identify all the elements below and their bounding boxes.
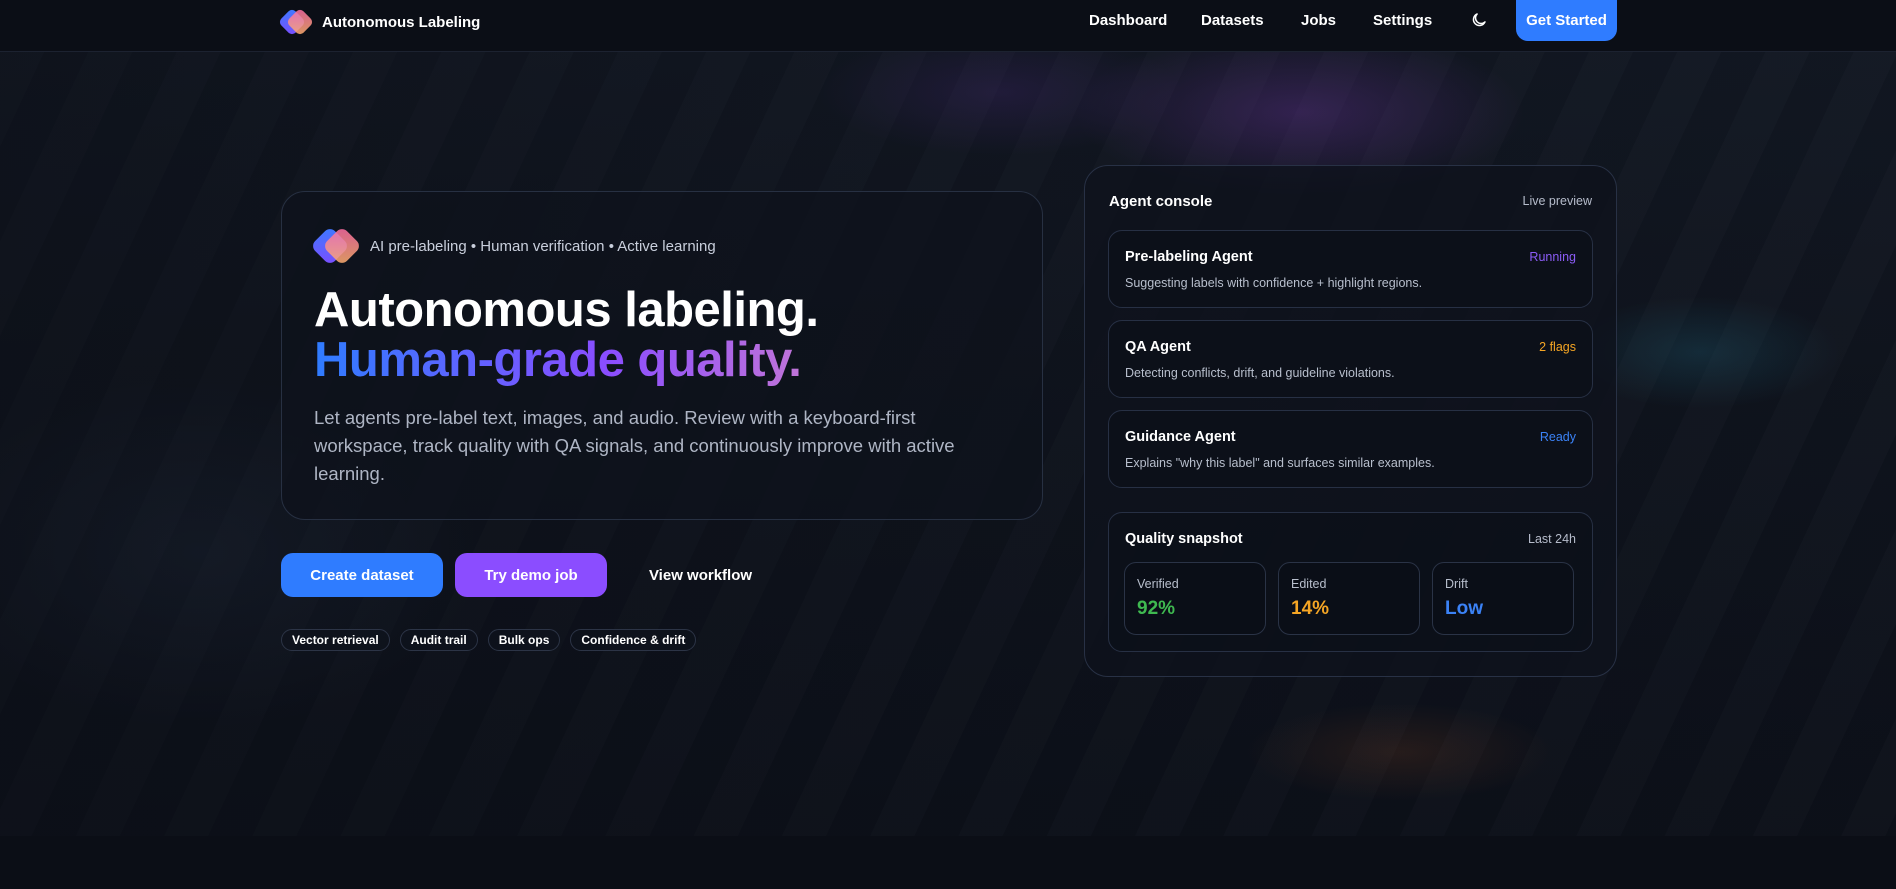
agent-description: Detecting conflicts, drift, and guidelin… <box>1125 366 1395 380</box>
metric-edited: Edited 14% <box>1278 562 1420 635</box>
moon-icon[interactable] <box>1470 11 1488 29</box>
view-workflow-button[interactable]: View workflow <box>618 553 783 597</box>
agent-status: Running <box>1529 250 1576 264</box>
console-title: Agent console <box>1109 193 1213 210</box>
agent-card-prelabeling[interactable]: Pre-labeling Agent Running Suggesting la… <box>1108 230 1593 308</box>
metric-drift: Drift Low <box>1432 562 1574 635</box>
hero-title-line2: Human-grade quality. <box>314 333 802 387</box>
metric-label: Edited <box>1291 577 1327 591</box>
agent-status: Ready <box>1539 430 1576 444</box>
agent-console-card: Agent console Live preview Pre-labeling … <box>1084 165 1617 677</box>
agent-card-qa[interactable]: QA Agent 2 flags Detecting conflicts, dr… <box>1108 320 1593 398</box>
nav-link-jobs[interactable]: Jobs <box>1301 12 1336 29</box>
metric-value: 92% <box>1137 598 1176 619</box>
nav-link-datasets[interactable]: Datasets <box>1201 12 1264 29</box>
agent-name: Pre-labeling Agent <box>1125 249 1253 265</box>
agent-card-guidance[interactable]: Guidance Agent Ready Explains "why this … <box>1108 410 1593 488</box>
metric-value: 14% <box>1291 598 1330 619</box>
agent-description: Suggesting labels with confidence + high… <box>1125 276 1423 290</box>
feature-chip: Bulk ops <box>487 629 561 651</box>
feature-chip: Vector retrieval <box>281 629 390 651</box>
agent-status: 2 flags <box>1539 340 1576 354</box>
metric-value: Low <box>1445 598 1483 619</box>
try-demo-job-button[interactable]: Try demo job <box>455 553 607 597</box>
hero-card: AI pre-labeling • Human verification • A… <box>281 191 1043 520</box>
top-navbar: Autonomous Labeling Dashboard Datasets J… <box>0 0 1896 52</box>
agent-name: QA Agent <box>1125 339 1191 355</box>
metric-verified: Verified 92% <box>1124 562 1266 635</box>
agent-description: Explains "why this label" and surfaces s… <box>1125 456 1435 470</box>
quality-snapshot: Quality snapshot Last 24h Verified 92% E… <box>1108 512 1593 652</box>
hero-tagline: AI pre-labeling • Human verification • A… <box>370 237 716 255</box>
nav-link-settings[interactable]: Settings <box>1373 12 1432 29</box>
metric-label: Verified <box>1137 577 1179 591</box>
metric-label: Drift <box>1445 577 1468 591</box>
hero-title-line1: Autonomous labeling. <box>314 283 819 337</box>
footer-band <box>0 836 1896 889</box>
nav-link-dashboard[interactable]: Dashboard <box>1089 12 1167 29</box>
feature-chips: Vector retrieval Audit trail Bulk ops Co… <box>281 629 697 651</box>
create-dataset-button[interactable]: Create dataset <box>281 553 443 597</box>
tagline-row: AI pre-labeling • Human verification • A… <box>310 224 716 268</box>
snapshot-meta: Last 24h <box>1528 532 1576 546</box>
get-started-button[interactable]: Get Started <box>1516 0 1617 41</box>
agent-name: Guidance Agent <box>1125 429 1236 445</box>
hero-description: Let agents pre-label text, images, and a… <box>314 407 955 484</box>
feature-chip: Audit trail <box>399 629 478 651</box>
brand-name: Autonomous Labeling <box>322 13 481 31</box>
brand-logo-icon <box>277 6 315 38</box>
console-meta: Live preview <box>1522 194 1592 208</box>
feature-chip: Confidence & drift <box>570 629 697 651</box>
brand-link[interactable]: Autonomous Labeling <box>277 6 481 38</box>
product-logo-icon <box>310 224 362 268</box>
snapshot-title: Quality snapshot <box>1125 531 1243 547</box>
